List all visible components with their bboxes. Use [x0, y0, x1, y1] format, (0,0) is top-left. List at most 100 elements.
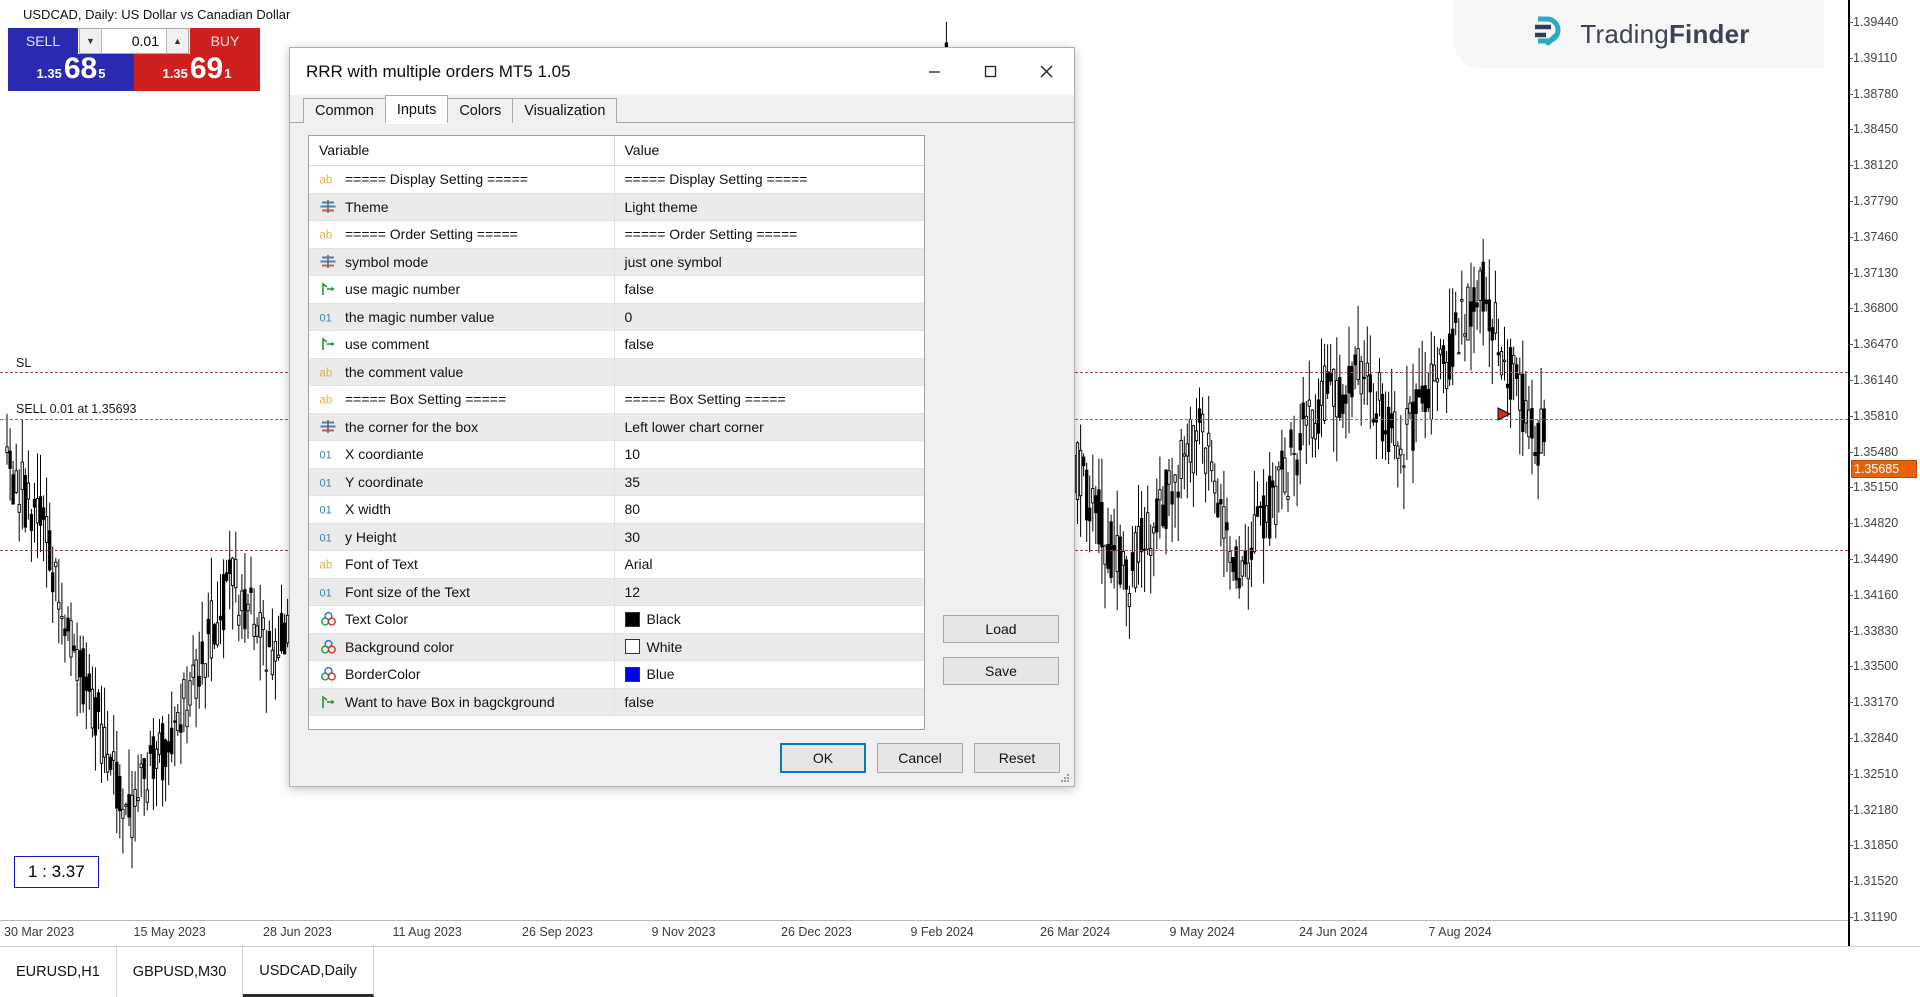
parameter-value-cell[interactable]: 12: [614, 578, 925, 606]
color-type-icon: [319, 611, 338, 627]
table-row[interactable]: 01X coordiante10: [309, 441, 925, 469]
chart-tab-eurusd-h1[interactable]: EURUSD,H1: [0, 947, 117, 997]
sell-price-point: 5: [98, 66, 105, 81]
parameter-value-cell[interactable]: ===== Box Setting =====: [614, 386, 925, 414]
volume-decrease-icon[interactable]: ▼: [80, 29, 102, 53]
boolean-type-icon: [319, 281, 338, 297]
table-row[interactable]: 01y Height30: [309, 523, 925, 551]
volume-value[interactable]: 0.01: [102, 29, 166, 53]
table-row[interactable]: abFont of Text Arial: [309, 551, 925, 579]
maximize-button[interactable]: [962, 49, 1018, 95]
dialog-footer: OK Cancel Reset: [290, 730, 1074, 786]
parameter-value-cell[interactable]: false: [614, 688, 925, 716]
table-row[interactable]: ab===== Box Setting ========== Box Setti…: [309, 386, 925, 414]
resize-grip-icon[interactable]: [1058, 771, 1071, 784]
string-type-icon: ab: [319, 226, 338, 242]
enum-type-icon: [319, 254, 338, 270]
preset-buttons: Load Save: [943, 615, 1059, 699]
chart-tab-gbpusd-m30[interactable]: GBPUSD,M30: [117, 947, 243, 997]
table-row[interactable]: Background colorWhite: [309, 633, 925, 661]
parameter-value-cell[interactable]: 35: [614, 468, 925, 496]
parameter-value-cell[interactable]: 10: [614, 441, 925, 469]
volume-stepper[interactable]: ▼ 0.01 ▲: [79, 28, 189, 54]
cancel-button[interactable]: Cancel: [877, 743, 963, 773]
parameter-value: false: [625, 336, 655, 352]
price-tick: 1.37130: [1853, 266, 1898, 280]
price-tick: 1.34820: [1853, 516, 1898, 530]
parameter-value-cell[interactable]: 80: [614, 496, 925, 524]
reset-button[interactable]: Reset: [974, 743, 1060, 773]
symbol-bar: USDCAD, Daily: US Dollar vs Canadian Dol…: [0, 0, 270, 28]
rrr-box: 1 : 3.37: [14, 856, 99, 888]
table-row[interactable]: symbol modejust one symbol: [309, 248, 925, 276]
table-row[interactable]: use magic numberfalse: [309, 276, 925, 304]
table-row[interactable]: 01Y coordinate35: [309, 468, 925, 496]
inputs-grid[interactable]: Variable Value ab===== Display Setting =…: [308, 135, 925, 730]
parameter-value-cell[interactable]: Light theme: [614, 193, 925, 221]
chart-tab-usdcad-daily[interactable]: USDCAD,Daily: [243, 947, 374, 997]
parameter-name: Want to have Box in bagckground: [345, 694, 555, 710]
tab-visualization[interactable]: Visualization: [512, 98, 617, 123]
parameter-name-cell: abFont of Text: [309, 551, 614, 579]
parameter-name: ===== Display Setting =====: [345, 171, 528, 187]
price-tick: 1.31190: [1853, 910, 1897, 924]
table-row[interactable]: ThemeLight theme: [309, 193, 925, 221]
price-tick: 1.36800: [1853, 301, 1898, 315]
parameter-value: Arial: [625, 556, 653, 572]
table-row[interactable]: use commentfalse: [309, 331, 925, 359]
time-scale[interactable]: 30 Mar 202315 May 202328 Jun 202311 Aug …: [0, 920, 1848, 946]
parameter-value-cell[interactable]: White: [614, 633, 925, 661]
table-row[interactable]: Text ColorBlack: [309, 606, 925, 634]
table-row[interactable]: BorderColorBlue: [309, 661, 925, 689]
buy-price[interactable]: 1.35 69 1: [134, 54, 260, 91]
table-row[interactable]: 01 the magic number value 0: [309, 303, 925, 331]
string-type-icon: ab: [319, 364, 338, 380]
time-tick: 11 Aug 2023: [393, 925, 462, 939]
watermark-brand-bold: Finder: [1669, 19, 1750, 49]
svg-text:01: 01: [320, 312, 332, 324]
parameter-value-cell[interactable]: Arial: [614, 551, 925, 579]
price-tick: 1.34160: [1853, 588, 1898, 602]
price-tick: 1.39440: [1853, 15, 1898, 29]
parameter-value-cell[interactable]: [614, 358, 925, 386]
price-tick: 1.32180: [1853, 803, 1898, 817]
parameter-value-cell[interactable]: false: [614, 276, 925, 304]
table-row[interactable]: ab===== Order Setting ========== Order S…: [309, 221, 925, 249]
minimize-button[interactable]: [906, 49, 962, 95]
table-row[interactable]: abthe comment value: [309, 358, 925, 386]
table-row[interactable]: ab===== Display Setting ========== Displ…: [309, 166, 925, 194]
parameter-value-cell[interactable]: Left lower chart corner: [614, 413, 925, 441]
column-header-variable[interactable]: Variable: [309, 136, 614, 166]
volume-increase-icon[interactable]: ▲: [166, 29, 188, 53]
parameter-value-cell[interactable]: false: [614, 331, 925, 359]
boolean-type-icon: [319, 336, 338, 352]
parameter-name: the magic number value: [345, 309, 494, 325]
one-click-trading-panel: SELL ▼ 0.01 ▲ BUY 1.35 68 5 1.35 69 1: [8, 28, 260, 91]
price-tick: 1.38450: [1853, 122, 1898, 136]
table-row[interactable]: 01Font size of the Text12: [309, 578, 925, 606]
ok-button[interactable]: OK: [780, 743, 866, 773]
tab-inputs[interactable]: Inputs: [385, 95, 449, 123]
price-scale[interactable]: 1.394401.391101.387801.384501.381201.377…: [1848, 0, 1920, 946]
tab-common[interactable]: Common: [303, 98, 386, 123]
buy-button[interactable]: BUY: [190, 28, 260, 54]
parameter-value-cell[interactable]: 0: [614, 303, 925, 331]
table-row[interactable]: 01X width80: [309, 496, 925, 524]
table-row[interactable]: the corner for the boxLeft lower chart c…: [309, 413, 925, 441]
sell-button[interactable]: SELL: [8, 28, 78, 54]
parameter-value-cell[interactable]: 30: [614, 523, 925, 551]
parameter-value-cell[interactable]: Black: [614, 606, 925, 634]
save-button[interactable]: Save: [943, 657, 1059, 685]
close-button[interactable]: [1018, 49, 1074, 95]
parameter-value-cell[interactable]: ===== Order Setting =====: [614, 221, 925, 249]
dialog-tabstrip: CommonInputsColorsVisualization: [290, 95, 1074, 123]
table-row[interactable]: Want to have Box in bagckground false: [309, 688, 925, 716]
load-button[interactable]: Load: [943, 615, 1059, 643]
parameter-value-cell[interactable]: just one symbol: [614, 248, 925, 276]
dialog-titlebar[interactable]: RRR with multiple orders MT5 1.05: [290, 48, 1074, 95]
column-header-value[interactable]: Value: [614, 136, 925, 166]
parameter-value-cell[interactable]: ===== Display Setting =====: [614, 166, 925, 194]
tab-colors[interactable]: Colors: [447, 98, 513, 123]
parameter-value-cell[interactable]: Blue: [614, 661, 925, 689]
sell-price[interactable]: 1.35 68 5: [8, 54, 134, 91]
